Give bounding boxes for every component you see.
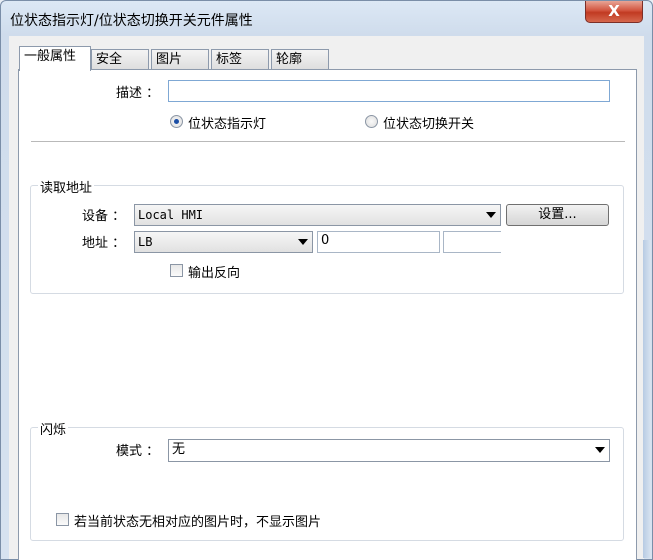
invert-output-label: 输出反向: [188, 266, 241, 281]
radio-indicator-label: 位状态指示灯: [188, 117, 267, 132]
address-label: 地址 ：: [82, 236, 126, 251]
mode-label: 模式 ：: [116, 444, 160, 459]
dialog-client: 一般属性 安全 图片 标签 轮廓 描述 ： 位状态指示灯 位状态切换开关 读取地…: [9, 36, 644, 560]
tab-picture[interactable]: 图片: [151, 49, 209, 69]
chevron-down-icon: [298, 239, 308, 245]
mode-select[interactable]: 无: [168, 439, 610, 462]
tab-general[interactable]: 一般属性: [19, 46, 91, 71]
dialog-window: 位状态指示灯/位状态切换开关元件属性 X 一般属性 安全 图片 标签 轮廓 描述…: [0, 0, 653, 560]
chevron-down-icon: [595, 447, 605, 453]
close-button[interactable]: X: [585, 1, 643, 23]
settings-button[interactable]: 设置...: [506, 204, 609, 226]
radio-indicator[interactable]: [170, 115, 183, 128]
address-type-value: LB: [138, 235, 153, 249]
chevron-down-icon: [486, 212, 496, 218]
address-extra-input[interactable]: [443, 231, 501, 253]
device-select[interactable]: Local HMI: [134, 204, 501, 226]
invert-output-checkbox[interactable]: [170, 264, 183, 277]
device-label: 设备 ：: [82, 209, 126, 224]
no-picture-checkbox[interactable]: [56, 513, 69, 526]
radio-switch[interactable]: [365, 115, 378, 128]
separator: [31, 141, 625, 143]
mode-value: 无: [172, 442, 186, 457]
radio-switch-label: 位状态切换开关: [383, 117, 475, 132]
address-type-select[interactable]: LB: [134, 231, 313, 253]
no-picture-label: 若当前状态无相对应的图片时，不显示图片: [74, 515, 322, 530]
blink-title: 闪烁: [38, 419, 69, 438]
description-input[interactable]: [168, 80, 610, 102]
read-address-title: 读取地址: [38, 177, 95, 196]
general-panel: 描述 ： 位状态指示灯 位状态切换开关 读取地址 设备 ： Local HMI …: [18, 69, 637, 560]
device-value: Local HMI: [138, 208, 204, 222]
description-label: 描述 ：: [116, 86, 160, 101]
address-input[interactable]: 0: [317, 231, 440, 253]
window-title: 位状态指示灯/位状态切换开关元件属性: [10, 13, 253, 29]
tab-label[interactable]: 标签: [211, 49, 269, 69]
tab-security[interactable]: 安全: [91, 49, 149, 69]
window-edge: [643, 240, 651, 558]
close-icon: X: [608, 2, 620, 20]
tab-outline[interactable]: 轮廓: [271, 49, 329, 69]
